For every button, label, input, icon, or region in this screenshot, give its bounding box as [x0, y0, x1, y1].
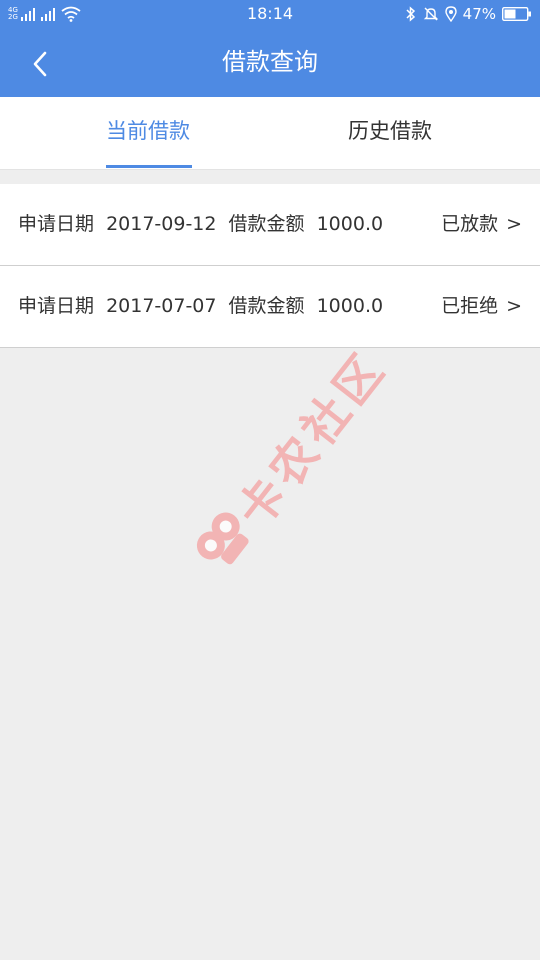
- amount-label: 借款金额: [228, 295, 305, 317]
- loan-row[interactable]: 申请日期 2017-09-12 借款金额 1000.0 已放款 >: [0, 184, 540, 266]
- loan-date: 2017-07-07: [106, 295, 217, 317]
- date-label: 申请日期: [18, 213, 95, 235]
- loan-amount: 1000.0: [316, 295, 384, 317]
- status-bar: 4G 2G 18:14 47%: [0, 0, 540, 28]
- location-icon: [444, 6, 457, 22]
- amount-label: 借款金额: [228, 213, 305, 235]
- page: 4G 2G 18:14 47% 借款查询 当前借款 历史借款 申请日期 2017…: [0, 0, 540, 960]
- active-tab-indicator: [106, 165, 192, 168]
- bell-off-icon: [423, 7, 438, 21]
- chevron-right-icon: >: [506, 295, 522, 317]
- status-right: 47%: [405, 4, 532, 24]
- loan-date: 2017-09-12: [106, 213, 217, 235]
- tab-bar: 当前借款 历史借款: [0, 97, 540, 170]
- tab-current-loans[interactable]: 当前借款: [100, 97, 196, 169]
- watermark: 卡农社区: [126, 316, 435, 625]
- chevron-right-icon: >: [506, 213, 522, 235]
- loan-status: 已拒绝: [441, 295, 499, 317]
- app-header: 借款查询: [0, 28, 540, 97]
- tab-history-loans[interactable]: 历史借款: [340, 97, 440, 169]
- battery-percent: 47%: [462, 5, 496, 23]
- loan-amount: 1000.0: [316, 213, 384, 235]
- watermark-text: 卡农社区: [226, 340, 398, 538]
- loan-status: 已放款: [441, 213, 499, 235]
- battery-icon: [502, 7, 531, 21]
- date-label: 申请日期: [18, 295, 95, 317]
- page-title: 借款查询: [222, 48, 318, 76]
- bluetooth-icon: [406, 6, 415, 22]
